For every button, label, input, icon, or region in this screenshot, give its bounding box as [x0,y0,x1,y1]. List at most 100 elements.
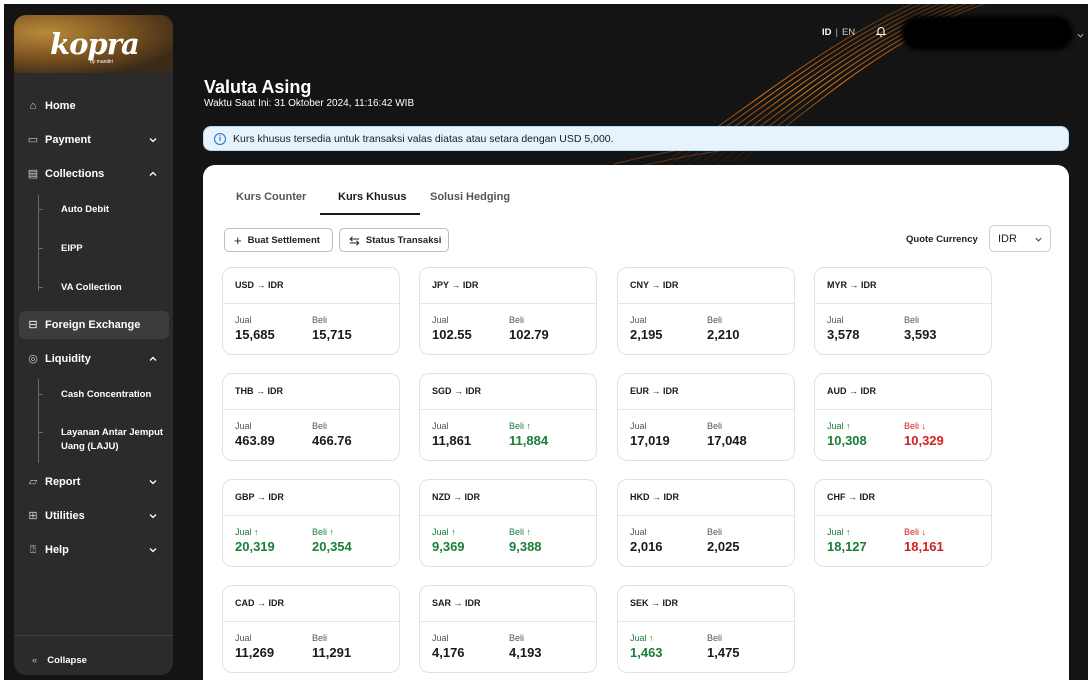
beli-label: Beli [509,315,525,325]
beli-label: Beli ↓ [904,527,927,537]
chevron-down-icon [1035,237,1042,242]
jual-label: Jual [630,315,647,325]
sidebar-item-label: Home [45,100,76,112]
chevron-down-icon [149,548,157,553]
subitem-label: Auto Debit [61,204,110,215]
lang-separator: | [835,27,838,38]
card-divider [815,409,991,410]
plus-icon: + [234,232,242,248]
card-divider [618,303,794,304]
rate-card-chf[interactable]: CHF → IDR Jual ↑ Beli ↓ 18,127 18,161 [814,479,992,567]
beli-label: Beli [312,315,328,325]
beli-label: Beli [707,633,723,643]
current-time: Waktu Saat Ini: 31 Oktober 2024, 11:16:4… [204,98,415,109]
sidebar-item-label: Report [45,476,81,488]
user-profile-redacted[interactable] [901,16,1073,50]
jual-value: 11,269 [235,645,275,660]
rate-card-sek[interactable]: SEK → IDR Jual ↑ Beli 1,463 1,475 [617,585,795,673]
rate-card-thb[interactable]: THB → IDR Jual Beli 463.89 466.76 [222,373,400,461]
tab-bar: Kurs Counter Kurs Khusus Solusi Hedging [203,165,1069,217]
jual-value: 11,861 [432,433,472,448]
beli-value: 10,329 [904,433,944,448]
beli-value: 17,048 [707,433,747,448]
beli-label: Beli [707,315,723,325]
tab-kurs-khusus[interactable]: Kurs Khusus [338,191,406,203]
sidebar-item-help[interactable]: ⍰ Help [14,536,173,564]
swap-arrows-icon: ⇆ [349,232,360,248]
utilities-icon: ⊞ [28,510,38,522]
language-switcher: ID | EN [822,27,855,38]
trend-up-icon: ↑ [524,421,532,431]
currency-pair: SAR → IDR [432,598,481,608]
logo-subtitle: by mandiri [90,59,114,65]
jual-value: 463.89 [235,433,275,448]
chevron-down-icon [149,514,157,519]
rate-card-hkd[interactable]: HKD → IDR Jual Beli 2,016 2,025 [617,479,795,567]
bell-icon[interactable] [875,25,887,38]
lang-en-option[interactable]: EN [842,27,855,38]
rate-card-nzd[interactable]: NZD → IDR Jual ↑ Beli ↑ 9,369 9,388 [419,479,597,567]
lang-id-option[interactable]: ID [822,27,832,38]
chevron-down-icon [149,138,157,143]
card-divider [223,621,399,622]
sidebar-item-liquidity[interactable]: ◎ Liquidity [14,345,173,373]
sidebar-subitem-laju[interactable]: Layanan Antar Jemput Uang (LAJU) [38,426,168,456]
card-divider [420,621,596,622]
sidebar: kopra by mandiri ⌂ Home ▭ Payment ▤ Coll… [14,15,173,675]
card-divider [815,303,991,304]
sidebar-item-payment[interactable]: ▭ Payment [14,126,173,154]
subitem-label-line2: Uang (LAJU) [61,441,119,452]
rate-card-gbp[interactable]: GBP → IDR Jual ↑ Beli ↑ 20,319 20,354 [222,479,400,567]
rate-card-usd[interactable]: USD → IDR Jual Beli 15,685 15,715 [222,267,400,355]
sidebar-item-foreign-exchange[interactable]: ⊟ Foreign Exchange [19,311,169,339]
help-icon: ⍰ [29,544,37,556]
rate-card-sar[interactable]: SAR → IDR Jual Beli 4,176 4,193 [419,585,597,673]
collapse-button[interactable]: « Collapse [32,655,87,666]
status-transaksi-button[interactable]: ⇆ Status Transaksi [339,228,449,252]
card-divider [223,515,399,516]
subitem-label-line1: Layanan Antar Jemput [61,427,164,438]
currency-pair: GBP → IDR [235,492,284,502]
currency-pair: SEK → IDR [630,598,679,608]
trend-up-icon: ↑ [327,527,335,537]
jual-label: Jual [235,633,252,643]
sidebar-item-report[interactable]: ▱ Report [14,468,173,496]
quote-currency-select[interactable]: IDR [989,225,1051,252]
tab-solusi-hedging[interactable]: Solusi Hedging [430,191,510,203]
card-divider [420,409,596,410]
beli-value: 4,193 [509,645,542,660]
button-label: Buat Settlement [247,234,320,246]
beli-value: 2,210 [707,327,740,342]
brand-logo[interactable]: kopra by mandiri [14,15,173,73]
sidebar-item-home[interactable]: ⌂ Home [14,92,173,120]
jual-value: 18,127 [827,539,867,554]
buat-settlement-button[interactable]: + Buat Settlement [224,228,333,252]
card-divider [618,621,794,622]
tab-kurs-counter[interactable]: Kurs Counter [236,191,306,203]
rate-card-myr[interactable]: MYR → IDR Jual Beli 3,578 3,593 [814,267,992,355]
currency-pair: SGD → IDR [432,386,482,396]
beli-value: 102.79 [509,327,549,342]
rate-card-cad[interactable]: CAD → IDR Jual Beli 11,269 11,291 [222,585,400,673]
beli-label: Beli [509,633,525,643]
jual-label: Jual ↑ [432,527,456,537]
rate-card-cny[interactable]: CNY → IDR Jual Beli 2,195 2,210 [617,267,795,355]
rate-card-eur[interactable]: EUR → IDR Jual Beli 17,019 17,048 [617,373,795,461]
button-label: Status Transaksi [365,234,442,246]
chevron-down-icon[interactable] [1076,31,1085,40]
rate-card-jpy[interactable]: JPY → IDR Jual Beli 102.55 102.79 [419,267,597,355]
jual-value: 2,016 [630,539,663,554]
beli-value: 11,884 [509,433,549,448]
currency-pair: AUD → IDR [827,386,877,396]
rate-card-aud[interactable]: AUD → IDR Jual ↑ Beli ↓ 10,308 10,329 [814,373,992,461]
sidebar-item-utilities[interactable]: ⊞ Utilities [14,502,173,530]
jual-label: Jual [630,421,647,431]
sidebar-item-collections[interactable]: ▤ Collections [14,160,173,188]
chevron-up-icon [149,171,157,176]
card-divider [618,409,794,410]
trend-up-icon: ↑ [448,527,456,537]
rate-card-sgd[interactable]: SGD → IDR Jual Beli ↑ 11,861 11,884 [419,373,597,461]
trend-down-icon: ↓ [919,527,927,537]
currency-pair: EUR → IDR [630,386,679,396]
beli-label: Beli [312,421,328,431]
